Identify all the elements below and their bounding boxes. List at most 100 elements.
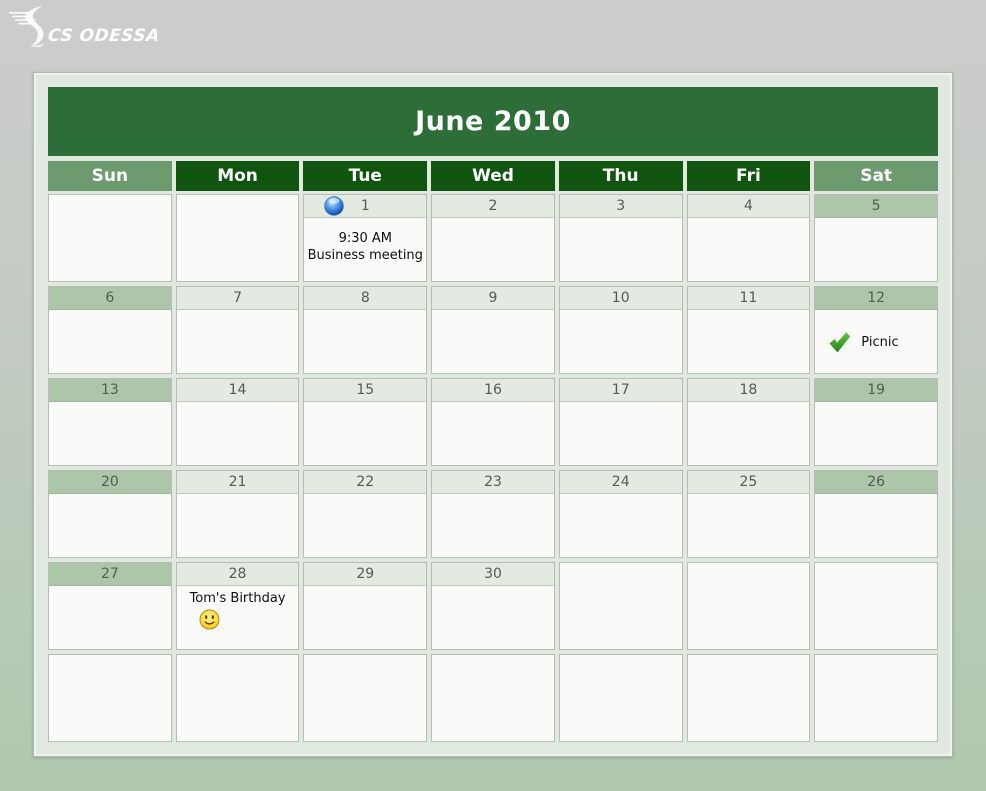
calendar-cell[interactable]: 6 [48,286,172,374]
cell-body [432,586,554,649]
date-number: 26 [867,474,886,490]
cell-body [49,310,171,373]
calendar-cell[interactable]: 26 [814,470,938,558]
date-strip: 15 [304,379,427,402]
cell-body [432,218,554,281]
calendar-cell[interactable]: 12 Picnic [814,286,938,374]
date-number: 6 [105,290,115,306]
date-strip: 1 [304,195,427,218]
calendar-cell[interactable]: 2 [431,194,555,282]
calendar-cell[interactable] [814,654,938,742]
date-number: 17 [611,382,630,398]
date-strip: 18 [687,379,810,402]
blue-ball-icon [324,196,345,216]
calendar-cell[interactable] [48,654,172,742]
date-number: 24 [611,474,630,490]
date-number: 12 [867,290,886,306]
date-number: 16 [484,382,502,398]
calendar-cell[interactable]: 20 [48,470,172,558]
day-header-fri: Fri [686,161,811,191]
calendar-cell[interactable] [303,654,428,742]
date-strip: 29 [304,563,427,586]
calendar-cell[interactable]: 3 [558,194,683,282]
calendar-cell[interactable]: 22 [303,470,428,558]
cell-body [560,218,682,281]
date-number: 27 [100,566,119,582]
date-number: 3 [616,198,626,214]
cell-body [177,494,299,557]
date-strip: 17 [559,379,682,402]
calendar-panel: June 2010 Sun Mon Tue Wed Thu Fri Sat 1 9:30 AM… [33,72,953,757]
calendar-cell[interactable]: 13 [48,378,172,466]
date-number: 14 [228,382,247,398]
cell-body [49,402,171,465]
calendar-cell[interactable] [558,562,683,650]
calendar-cell[interactable]: 10 [558,286,683,374]
date-number: 20 [100,474,119,490]
calendar-cell[interactable] [431,654,555,742]
date-strip: 30 [432,563,554,586]
check-icon [828,332,851,353]
cell-body [815,402,937,465]
date-strip: 4 [687,195,810,218]
calendar-cell[interactable]: 29 [303,562,428,650]
date-strip: 3 [559,195,682,218]
logo-text: CS ODESSA [46,26,161,46]
calendar-cell[interactable]: 28 Tom's Birthday [175,562,300,650]
calendar-cell[interactable]: 30 [431,562,555,650]
calendar-cell[interactable]: 4 [686,194,811,282]
date-strip: 16 [432,379,554,402]
calendar-cell[interactable]: 23 [431,470,555,558]
day-header-mon: Mon [175,161,300,191]
date-number: 2 [488,198,498,214]
calendar-cell[interactable]: 7 [175,286,300,374]
cell-body [49,494,171,557]
calendar-cell[interactable] [686,562,811,650]
calendar-cell[interactable] [558,654,683,742]
day-header-sat: Sat [814,161,938,191]
event-text: 9:30 AM [338,231,392,246]
event-text: Business meeting [307,248,423,263]
date-number: 13 [100,382,119,398]
calendar-cell[interactable]: 17 [558,378,683,466]
calendar-cell[interactable]: 11 [686,286,811,374]
calendar-cell[interactable] [686,654,811,742]
date-strip: 13 [49,379,171,402]
calendar-cell[interactable] [175,194,300,282]
calendar-cell[interactable]: 24 [558,470,683,558]
calendar-cell[interactable]: 14 [175,378,300,466]
day-header-tue: Tue [303,161,428,191]
calendar-cell[interactable]: 21 [175,470,300,558]
calendar-cell[interactable]: 5 [814,194,938,282]
calendar-cell[interactable] [814,562,938,650]
date-number: 30 [484,566,502,582]
cell-body [304,310,426,373]
date-strip: 22 [304,471,427,494]
cell-body [560,310,682,373]
calendar-cell[interactable]: 1 9:30 AM Business meeting [303,194,428,282]
cell-body [304,402,426,465]
calendar-cell[interactable]: 19 [814,378,938,466]
date-strip: 6 [49,287,171,310]
calendar-cell[interactable]: 27 [48,562,172,650]
calendar-cell[interactable]: 16 [431,378,555,466]
calendar-cell[interactable]: 25 [686,470,811,558]
date-strip: 12 [815,287,937,310]
date-number: 25 [739,474,758,490]
day-header-thu: Thu [558,161,683,191]
date-number: 15 [356,382,375,398]
cell-body [304,586,426,649]
smiley-icon [199,609,220,630]
calendar-cell[interactable]: 15 [303,378,428,466]
date-strip: 26 [815,471,937,494]
calendar-cell[interactable]: 9 [431,286,555,374]
calendar-cell[interactable]: 8 [303,286,428,374]
cell-body [177,310,299,373]
cell-body [688,218,810,281]
date-strip: 23 [432,471,554,494]
calendar-cell[interactable]: 18 [686,378,811,466]
date-number: 21 [228,474,247,490]
calendar-cell[interactable] [175,654,300,742]
calendar-cell[interactable] [48,194,172,282]
date-strip: 14 [176,379,299,402]
